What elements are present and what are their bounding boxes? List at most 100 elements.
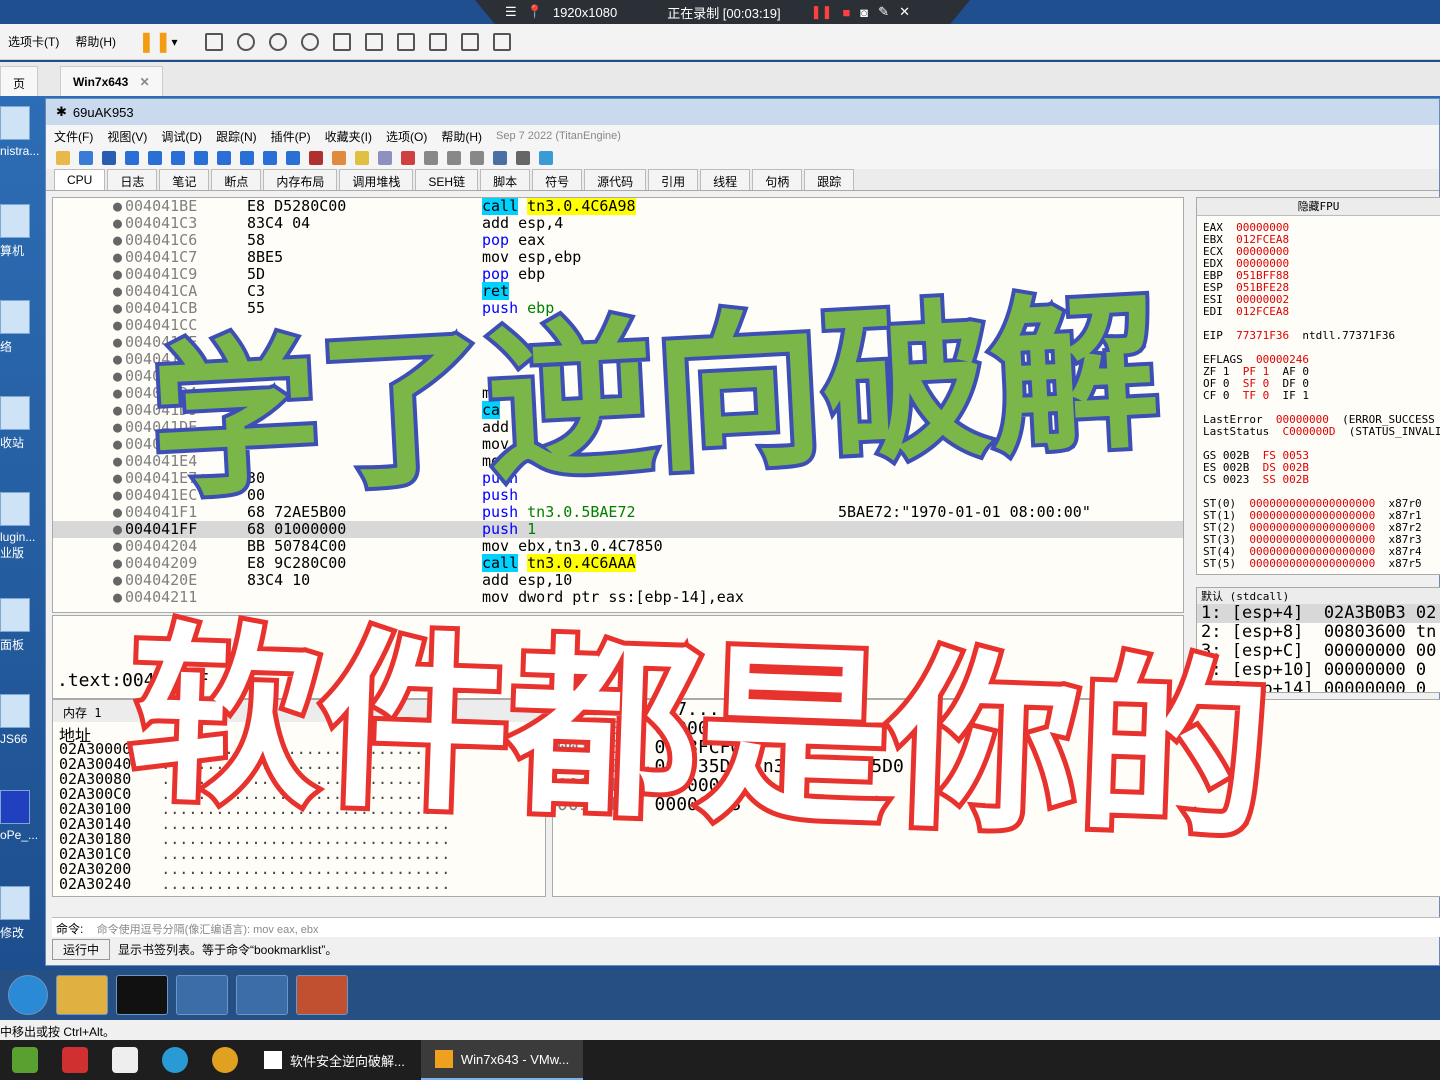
- tab-home[interactable]: 页: [0, 66, 39, 96]
- tab-trace[interactable]: 跟踪: [804, 169, 855, 190]
- taskbar-app-notion[interactable]: 软件安全逆向破解...: [250, 1040, 419, 1080]
- camera-icon[interactable]: ◙: [860, 5, 868, 20]
- desktop-icon[interactable]: 络: [0, 300, 44, 355]
- breakpoint-dot[interactable]: ●: [113, 589, 125, 606]
- tab-script[interactable]: 脚本: [480, 169, 531, 190]
- tab-win7x643[interactable]: Win7x643 ✕: [60, 66, 163, 96]
- breakpoint-dot[interactable]: ●: [113, 402, 125, 419]
- close-icon[interactable]: ✕: [140, 75, 150, 89]
- register-row[interactable]: EDI 012FCEA8: [1197, 306, 1440, 318]
- desktop-icon[interactable]: oPe_...: [0, 790, 44, 842]
- register-row[interactable]: CF 0 TF 0 IF 1: [1197, 390, 1440, 402]
- explorer-icon[interactable]: [56, 975, 108, 1015]
- pause-icon[interactable]: [148, 151, 162, 165]
- breakpoint-dot[interactable]: ●: [113, 470, 125, 487]
- disasm-row[interactable]: ● 004041C3 83C4 04 add esp,4: [53, 215, 1183, 232]
- breakpoint-dot[interactable]: ●: [113, 453, 125, 470]
- tab-memory-map[interactable]: 内存布局: [263, 169, 338, 190]
- register-row[interactable]: LastStatus C000000D (STATUS_INVALI: [1197, 426, 1440, 438]
- revert-icon[interactable]: [268, 32, 287, 51]
- breakpoint-dot[interactable]: ●: [113, 351, 125, 368]
- label-icon[interactable]: [378, 151, 392, 165]
- restart-icon[interactable]: [79, 151, 93, 165]
- tab-cpu[interactable]: CPU: [54, 169, 106, 190]
- menu-options[interactable]: 选项(O): [386, 128, 427, 145]
- tab-references[interactable]: 引用: [648, 169, 699, 190]
- execute-till-return-icon[interactable]: [263, 151, 277, 165]
- breakpoint-dot[interactable]: ●: [113, 215, 125, 232]
- breakpoint-dot[interactable]: ●: [113, 300, 125, 317]
- tab-breakpoints[interactable]: 断点: [211, 169, 262, 190]
- disasm-row[interactable]: ● 00404204 BB 50784C00 mov ebx,tn3.0.4C7850: [53, 538, 1183, 555]
- app-icon[interactable]: [62, 1047, 88, 1073]
- run-to-user-code-icon[interactable]: [286, 151, 300, 165]
- comment-icon[interactable]: [355, 151, 369, 165]
- manage-snapshot-icon[interactable]: [300, 32, 319, 51]
- menu-debug[interactable]: 调试(D): [161, 128, 202, 145]
- register-row[interactable]: ST(5) 0000000000000000000 x87r5: [1197, 558, 1440, 570]
- menu-plugins[interactable]: 插件(P): [271, 128, 311, 145]
- trace-over-icon[interactable]: [240, 151, 254, 165]
- fullscreen-icon[interactable]: [396, 32, 415, 51]
- breakpoint-dot[interactable]: ●: [113, 521, 125, 538]
- breakpoint-dot[interactable]: ●: [113, 317, 125, 334]
- desktop-icon[interactable]: 修改: [0, 886, 44, 941]
- breakpoint-dot[interactable]: ●: [113, 504, 125, 521]
- desktop-icon[interactable]: 收站: [0, 396, 44, 451]
- breakpoint-dot[interactable]: ●: [113, 334, 125, 351]
- chrome-icon[interactable]: [212, 1047, 238, 1073]
- taskbar-app-vmware[interactable]: Win7x643 - VMw...: [420, 1040, 584, 1080]
- tab-symbols[interactable]: 符号: [532, 169, 583, 190]
- menu-file[interactable]: 文件(F): [54, 128, 93, 145]
- menu-view[interactable]: 视图(V): [107, 128, 147, 145]
- pause-vm-icon[interactable]: ❚❚: [138, 29, 172, 54]
- notepad-icon[interactable]: [12, 1047, 38, 1073]
- open-icon[interactable]: [56, 151, 70, 165]
- menu-tabs[interactable]: 选项卡(T): [8, 33, 59, 50]
- tab-seh[interactable]: SEH链: [415, 169, 479, 190]
- globe-icon[interactable]: [539, 151, 553, 165]
- stop-icon[interactable]: [102, 151, 116, 165]
- step-over-icon[interactable]: [194, 151, 208, 165]
- pen-icon[interactable]: ✎: [878, 4, 889, 20]
- x64dbg-icon[interactable]: [236, 975, 288, 1015]
- breakpoint-dot[interactable]: ●: [113, 385, 125, 402]
- bookmark-icon[interactable]: [401, 151, 415, 165]
- breakpoint-dot[interactable]: ●: [113, 538, 125, 555]
- step-into-icon[interactable]: [171, 151, 185, 165]
- breakpoint-dot[interactable]: ●: [113, 436, 125, 453]
- tab-threads[interactable]: 线程: [700, 169, 751, 190]
- breakpoint-dot[interactable]: ●: [113, 283, 125, 300]
- desktop-icon[interactable]: JS66: [0, 694, 44, 746]
- breakpoint-dot[interactable]: ●: [113, 572, 125, 589]
- trace-into-icon[interactable]: [217, 151, 231, 165]
- calculator-icon[interactable]: [516, 151, 530, 165]
- patch-icon[interactable]: [332, 151, 346, 165]
- disasm-row[interactable]: ● 004041BE E8 D5280C00 call tn3.0.4C6A98: [53, 198, 1183, 215]
- stop-icon[interactable]: ■: [842, 5, 850, 20]
- breakpoint-dot[interactable]: ●: [113, 487, 125, 504]
- script-icon[interactable]: [493, 151, 507, 165]
- send-keys-icon[interactable]: [204, 32, 223, 51]
- breakpoint-dot[interactable]: ●: [113, 249, 125, 266]
- run-icon[interactable]: [125, 151, 139, 165]
- register-row[interactable]: CS 0023 SS 002B: [1197, 474, 1440, 486]
- breakpoint-dot[interactable]: ●: [113, 266, 125, 283]
- console-icon[interactable]: [460, 32, 479, 51]
- desktop-icon[interactable]: 面板: [0, 598, 44, 653]
- pause-icon[interactable]: ❚❚: [811, 4, 833, 20]
- start-icon[interactable]: [8, 975, 48, 1015]
- tab-handles[interactable]: 句柄: [752, 169, 803, 190]
- stretch-icon[interactable]: [492, 32, 511, 51]
- desktop-icon[interactable]: 算机: [0, 204, 44, 259]
- pin-icon[interactable]: 📍: [527, 4, 543, 20]
- desktop-icon[interactable]: nistra...: [0, 106, 44, 158]
- menu-help[interactable]: 帮助(H): [441, 128, 482, 145]
- file-icon[interactable]: [112, 1047, 138, 1073]
- edge-icon[interactable]: [162, 1047, 188, 1073]
- breakpoint-dot[interactable]: ●: [113, 198, 125, 215]
- menu-favourites[interactable]: 收藏夹(I): [325, 128, 372, 145]
- scylla-icon[interactable]: [309, 151, 323, 165]
- sidebar-view-icon[interactable]: [332, 32, 351, 51]
- x32dbg-icon[interactable]: [176, 975, 228, 1015]
